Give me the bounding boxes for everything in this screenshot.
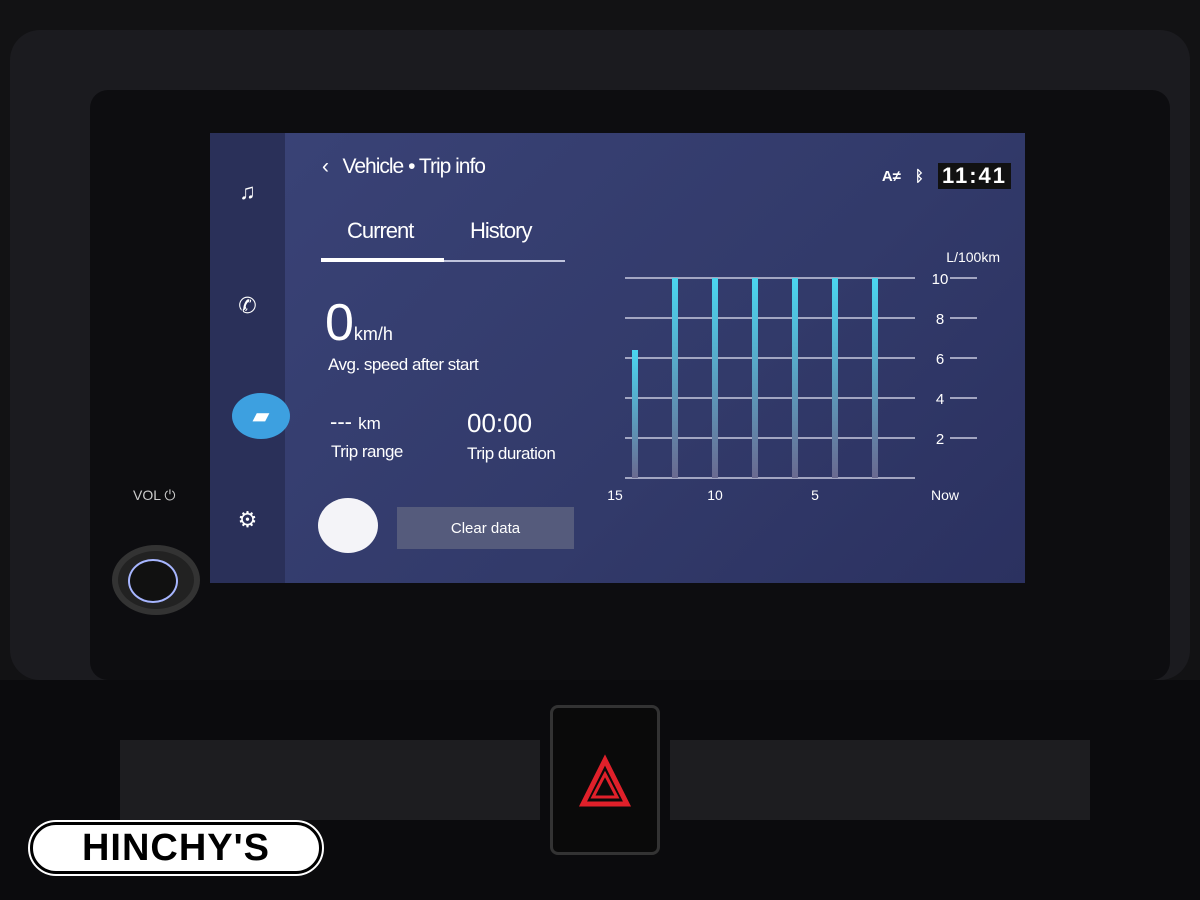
tab-history[interactable]: History bbox=[470, 218, 532, 244]
trip-range-label: Trip range bbox=[331, 442, 403, 461]
breadcrumb-trip-info: Trip info bbox=[418, 155, 486, 178]
vol-label: VOL ⏻ bbox=[133, 487, 176, 503]
air-vent-right[interactable] bbox=[670, 740, 1090, 820]
y-tick-label: 4 bbox=[936, 391, 944, 408]
status-bar: A≠ ᛒ 11:41 bbox=[882, 163, 1011, 189]
consumption-bar bbox=[632, 350, 638, 478]
consumption-bar bbox=[832, 278, 838, 478]
tab-active-indicator bbox=[321, 258, 444, 262]
breadcrumb-vehicle[interactable]: Vehicle bbox=[343, 155, 405, 178]
hazard-button[interactable] bbox=[550, 705, 660, 855]
y-tick-label: 10 bbox=[932, 271, 949, 288]
y-tick-label: 2 bbox=[936, 431, 944, 448]
breadcrumb-separator: • bbox=[408, 155, 415, 178]
az-icon: A≠ bbox=[881, 167, 901, 185]
car-icon[interactable]: ▰ bbox=[232, 393, 290, 439]
infotainment-screen: ♫ ✆ ▰ ⚙ ‹ Vehicle • Trip info A≠ ᛒ 11:41… bbox=[210, 133, 1025, 583]
avg-speed-label: Avg. speed after start bbox=[328, 355, 479, 374]
gear-icon[interactable]: ⚙ bbox=[210, 495, 285, 545]
volume-knob[interactable] bbox=[112, 545, 200, 615]
trip-duration-label: Trip duration bbox=[467, 444, 556, 463]
y-tick-label: 6 bbox=[936, 351, 944, 368]
trip-range: --- km bbox=[330, 409, 381, 434]
clear-data-button[interactable]: Clear data bbox=[397, 507, 574, 549]
y-tick-label: 8 bbox=[936, 311, 944, 328]
eco-indicator bbox=[318, 498, 378, 553]
consumption-bar bbox=[752, 278, 758, 478]
phone-icon[interactable]: ✆ bbox=[210, 281, 285, 331]
fuel-consumption-chart: 2 4 6 8 10 L/100km 15 10 5 Now bbox=[607, 249, 1000, 503]
hazard-icon bbox=[578, 754, 632, 807]
breadcrumb: ‹ Vehicle • Trip info bbox=[322, 155, 486, 179]
bluetooth-icon: ᛒ bbox=[914, 167, 924, 185]
x-tick-label: 5 bbox=[811, 487, 819, 503]
consumption-bar bbox=[792, 278, 798, 478]
consumption-bar bbox=[872, 278, 878, 478]
x-tick-label: 10 bbox=[707, 487, 723, 503]
consumption-bar bbox=[672, 278, 678, 478]
trip-duration: 00:00 bbox=[467, 408, 533, 438]
consumption-bar bbox=[712, 278, 718, 478]
dealer-logo: HINCHY'S bbox=[28, 820, 324, 876]
avg-speed: 0km/h bbox=[325, 294, 393, 352]
air-vent-left[interactable] bbox=[120, 740, 540, 820]
tab-current[interactable]: Current bbox=[347, 218, 414, 244]
x-tick-label: Now bbox=[931, 487, 960, 503]
music-icon[interactable]: ♫ bbox=[210, 167, 285, 217]
y-axis-unit: L/100km bbox=[946, 249, 1000, 265]
x-tick-label: 15 bbox=[607, 487, 623, 503]
sidebar: ♫ ✆ ▰ ⚙ bbox=[210, 133, 290, 583]
chevron-left-icon[interactable]: ‹ bbox=[322, 155, 329, 178]
clock: 11:41 bbox=[937, 163, 1011, 189]
